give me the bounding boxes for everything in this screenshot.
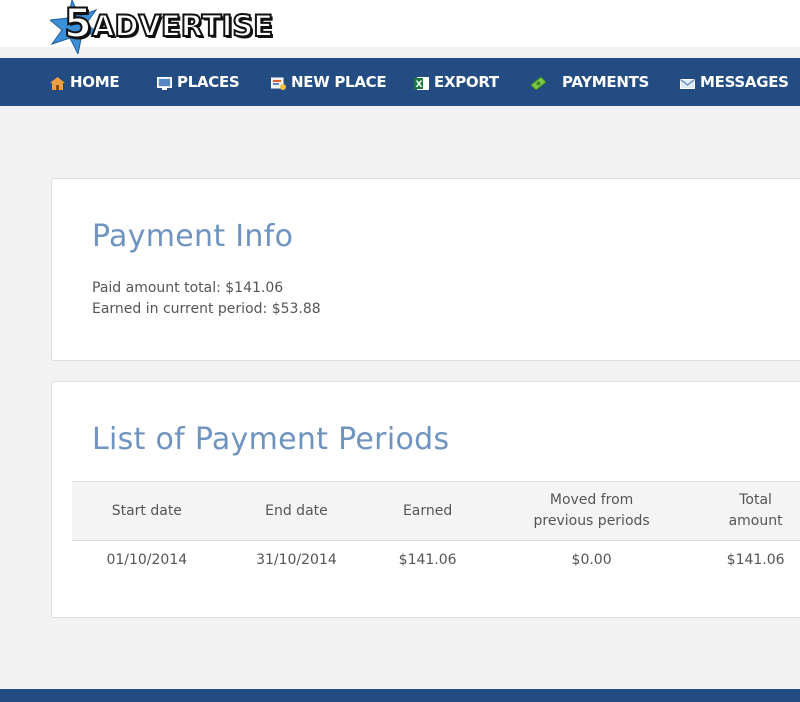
main-navigation: HOME PLACES NEW PLACE X EXPORT PAYMENTS … [0,58,800,106]
nav-messages-label: MESSAGES [700,73,789,91]
site-logo[interactable]: 5 ADVERTISE [50,0,274,54]
earned-current-text: Earned in current period: $53.88 [92,301,321,317]
nav-export[interactable]: X EXPORT [414,58,499,106]
payment-periods-title: List of Payment Periods [92,422,450,457]
payment-periods-table: Start date End date Earned Moved from pre… [72,481,800,579]
cell-start-date: 01/10/2014 [106,552,188,568]
monitor-icon [157,76,172,90]
nav-home-label: HOME [70,73,120,91]
home-icon [50,76,65,90]
payment-info-card: Payment Info Paid amount total: $141.06 … [51,178,800,361]
cell-earned: $141.06 [398,552,457,568]
col-total: Total amount [699,481,800,541]
nav-places[interactable]: PLACES [157,58,240,106]
excel-icon: X [414,76,429,90]
nav-new-place[interactable]: NEW PLACE [270,58,387,106]
logo-five: 5 [63,1,93,47]
envelope-icon [680,76,695,89]
col-end-date: End date [221,481,372,541]
payment-info-title: Payment Info [92,219,294,254]
nav-payments-label: PAYMENTS [562,73,650,91]
money-icon [530,75,547,91]
table-row: 01/10/2014 31/10/2014 $141.06 $0.00 $141… [72,541,800,580]
nav-new-place-label: NEW PLACE [291,73,387,91]
top-header: 5 ADVERTISE [0,0,800,54]
payment-periods-card: List of Payment Periods Start date End d… [51,381,800,618]
nav-places-label: PLACES [177,73,240,91]
paid-total-text: Paid amount total: $141.06 [92,280,284,296]
footer-bar [0,689,800,702]
cell-end-date: 31/10/2014 [256,552,337,568]
svg-text:X: X [416,80,423,90]
nav-export-label: EXPORT [434,73,499,91]
table-header-row: Start date End date Earned Moved from pre… [72,481,800,541]
col-start-date: Start date [72,481,222,541]
col-earned: Earned [371,481,484,541]
nav-messages[interactable]: MESSAGES [680,58,789,106]
col-moved: Moved from previous periods [483,481,700,541]
nav-home[interactable]: HOME [50,58,120,106]
logo-text: ADVERTISE [91,8,274,44]
cell-total: $141.06 [726,552,785,568]
new-place-icon [270,76,286,90]
nav-payments[interactable]: PAYMENTS [530,58,650,106]
cell-moved: $0.00 [571,552,612,568]
